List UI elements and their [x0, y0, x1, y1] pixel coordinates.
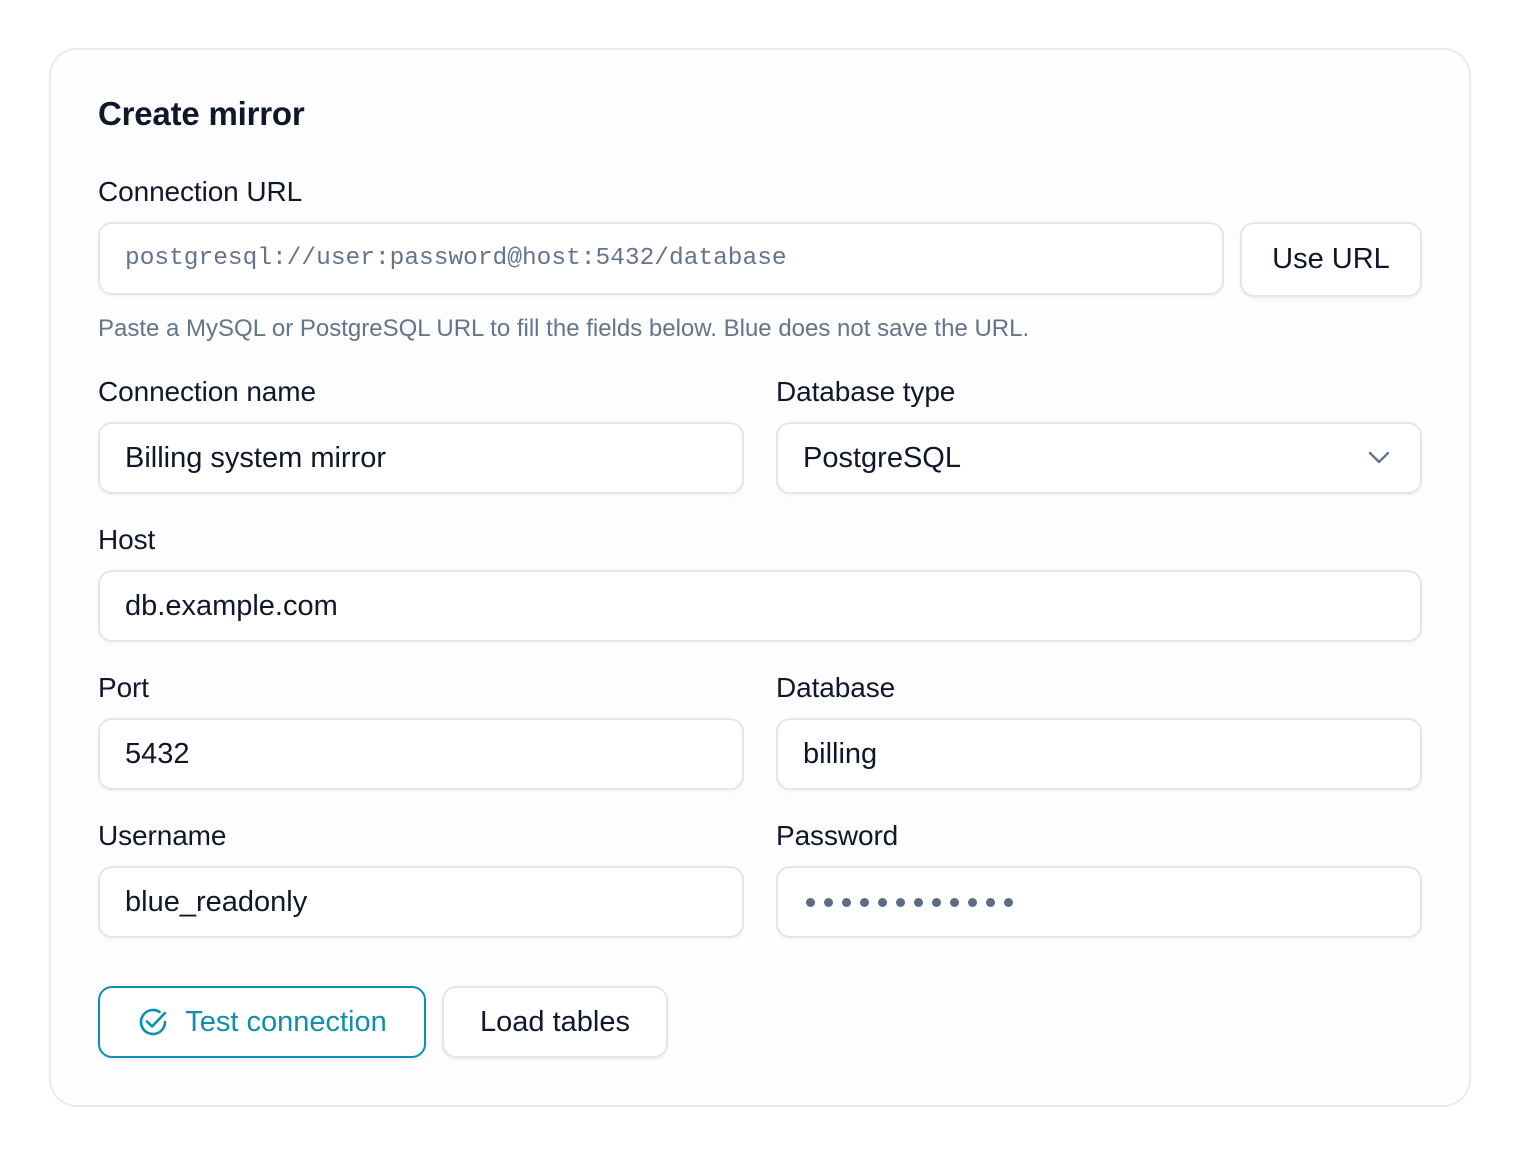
password-dot — [860, 897, 869, 907]
database-value: billing — [803, 737, 878, 770]
password-dot — [878, 897, 887, 907]
password-mask — [806, 897, 1013, 907]
password-dot — [932, 897, 941, 907]
test-connection-button[interactable]: Test connection — [98, 986, 426, 1058]
connection-url-input[interactable]: postgresql://user:password@host:5432/dat… — [98, 222, 1224, 295]
database-label: Database — [776, 672, 896, 703]
port-label: Port — [98, 672, 149, 703]
chevron-down-icon — [1368, 451, 1390, 464]
test-connection-label: Test connection — [185, 1005, 387, 1038]
password-dot — [896, 897, 905, 907]
database-type-label: Database type — [776, 376, 956, 407]
password-dot — [824, 897, 833, 907]
host-value: db.example.com — [125, 589, 338, 622]
username-input[interactable]: blue_readonly — [98, 866, 744, 938]
password-label: Password — [776, 820, 899, 851]
database-type-value: PostgreSQL — [803, 441, 961, 474]
host-input[interactable]: db.example.com — [98, 570, 1422, 642]
check-circle-icon — [139, 1008, 167, 1036]
password-dot — [1004, 897, 1013, 907]
password-dot — [914, 897, 923, 907]
database-input[interactable]: billing — [776, 718, 1422, 790]
password-dot — [842, 897, 851, 907]
connection-url-label: Connection URL — [98, 176, 303, 207]
password-input[interactable] — [776, 866, 1422, 938]
username-label: Username — [98, 820, 227, 851]
connection-name-value: Billing system mirror — [125, 441, 387, 474]
password-dot — [950, 897, 959, 907]
use-url-button[interactable]: Use URL — [1240, 222, 1422, 297]
password-dot — [806, 897, 815, 907]
password-dot — [968, 897, 977, 907]
connection-url-placeholder: postgresql://user:password@host:5432/dat… — [125, 245, 787, 272]
port-value: 5432 — [125, 737, 190, 770]
database-type-select[interactable]: PostgreSQL — [776, 422, 1422, 494]
host-label: Host — [98, 524, 156, 555]
password-dot — [986, 897, 995, 907]
port-input[interactable]: 5432 — [98, 718, 744, 790]
username-value: blue_readonly — [125, 885, 308, 918]
connection-name-input[interactable]: Billing system mirror — [98, 422, 744, 494]
connection-url-help-text: Paste a MySQL or PostgreSQL URL to fill … — [98, 315, 1030, 342]
load-tables-button[interactable]: Load tables — [442, 986, 668, 1058]
page-title: Create mirror — [98, 95, 305, 132]
connection-name-label: Connection name — [98, 376, 316, 407]
